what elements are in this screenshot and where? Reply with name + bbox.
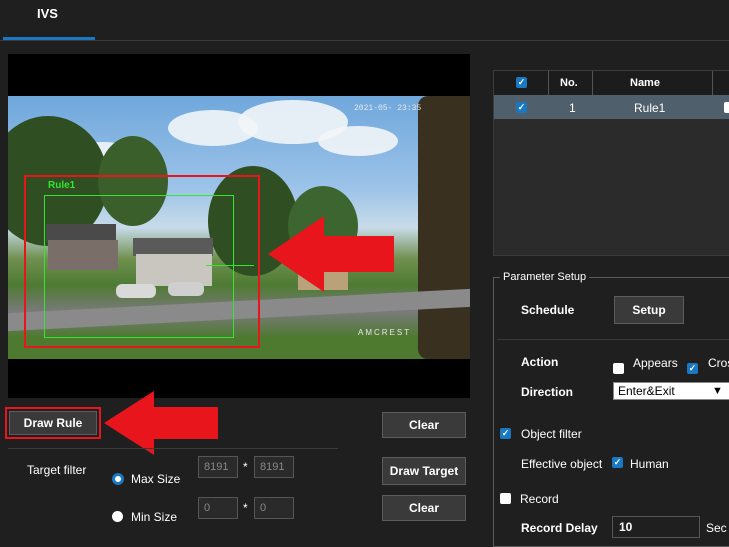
record-checkbox[interactable]: [500, 493, 511, 504]
min-size-label: Min Size: [131, 510, 178, 524]
record-delay-unit: Sec: [706, 521, 727, 535]
cross-checkbox[interactable]: ✓: [687, 363, 698, 374]
top-tab-bar: [0, 0, 729, 41]
min-size-radio[interactable]: [112, 511, 123, 522]
divider: [8, 448, 338, 449]
effective-object-label: Effective object: [521, 457, 603, 471]
chevron-down-icon: ▼: [712, 385, 723, 397]
max-size-radio[interactable]: [112, 473, 124, 485]
record-delay-label: Record Delay: [521, 521, 598, 535]
object-filter-label: Object filter: [521, 427, 582, 441]
video-timestamp: 2021-05- 23:35: [354, 104, 422, 113]
table-row[interactable]: [494, 95, 729, 119]
tab-ivs[interactable]: IVS: [37, 6, 58, 21]
draw-rule-button[interactable]: Draw Rule: [9, 411, 97, 435]
cross-label: Cros: [708, 356, 729, 370]
action-label: Action: [521, 355, 559, 369]
object-filter-checkbox[interactable]: ✓: [500, 428, 511, 439]
size-separator: *: [243, 501, 248, 515]
appears-label: Appears: [633, 356, 678, 370]
direction-select[interactable]: Enter&Exit ▼: [613, 382, 729, 400]
direction-value: Enter&Exit: [618, 384, 675, 398]
record-delay-input[interactable]: 10: [612, 516, 700, 538]
parameter-setup-panel: [493, 277, 729, 547]
max-width-input[interactable]: 8191: [198, 456, 238, 478]
column-header-no: No.: [560, 77, 578, 89]
appears-checkbox[interactable]: [613, 363, 624, 374]
camera-watermark: AMCREST: [358, 328, 412, 337]
select-all-checkbox[interactable]: ✓: [516, 77, 527, 88]
rule-direction-line: [206, 265, 254, 266]
divider: [497, 339, 729, 340]
rules-table: ✓ No. Name ✓ 1 Rule1: [493, 70, 729, 256]
clear-rule-button[interactable]: Clear: [382, 412, 466, 438]
video-preview[interactable]: 2021-05- 23:35 AMCREST Rule1: [8, 54, 470, 398]
red-arrow-video-icon: [268, 216, 394, 292]
direction-label: Direction: [521, 385, 574, 399]
rule-overlay-label: Rule1: [48, 180, 76, 191]
active-tab-indicator: [3, 37, 95, 40]
human-label: Human: [630, 457, 669, 471]
size-separator: *: [243, 460, 248, 474]
row-enable-toggle[interactable]: [724, 102, 729, 113]
human-checkbox[interactable]: ✓: [612, 457, 623, 468]
rule-zone-outline[interactable]: [44, 195, 234, 338]
min-height-input[interactable]: 0: [254, 497, 294, 519]
schedule-label: Schedule: [521, 303, 575, 317]
row-checkbox[interactable]: ✓: [516, 102, 527, 113]
row-no: 1: [569, 101, 576, 115]
min-width-input[interactable]: 0: [198, 497, 238, 519]
red-arrow-draw-rule-icon: [104, 391, 218, 455]
schedule-setup-button[interactable]: Setup: [614, 296, 684, 324]
row-name[interactable]: Rule1: [634, 101, 665, 115]
max-size-label: Max Size: [131, 472, 181, 486]
table-header: [494, 71, 729, 96]
record-label: Record: [520, 492, 559, 506]
clear-target-button[interactable]: Clear: [382, 495, 466, 521]
max-height-input[interactable]: 8191: [254, 456, 294, 478]
column-header-name: Name: [630, 77, 660, 89]
target-filter-label: Target filter: [27, 463, 87, 477]
draw-target-button[interactable]: Draw Target: [382, 457, 466, 485]
parameter-setup-legend: Parameter Setup: [500, 271, 590, 283]
